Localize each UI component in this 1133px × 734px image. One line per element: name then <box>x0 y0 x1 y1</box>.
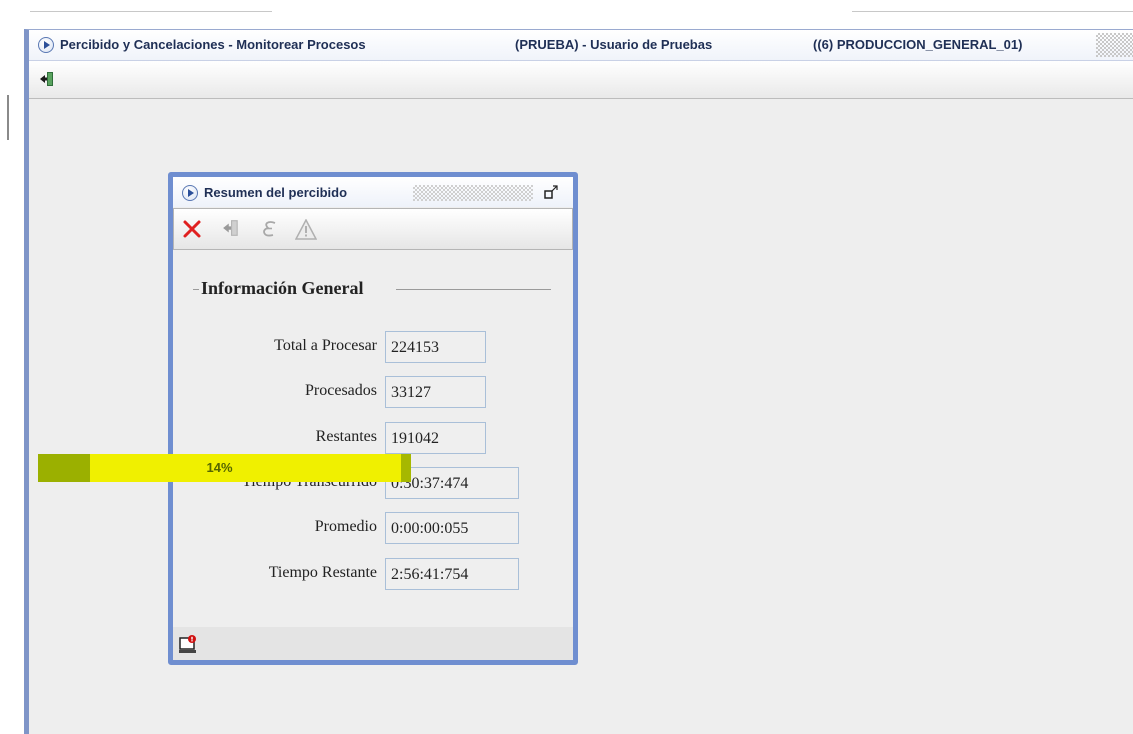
user-info: (PRUEBA) - Usuario de Pruebas <box>515 37 713 52</box>
background-edge-line <box>7 95 9 140</box>
field-promedio: Promedio 0:00:00:055 <box>173 512 573 544</box>
close-x-icon[interactable] <box>182 219 202 239</box>
field-value[interactable]: 2:56:41:754 <box>385 558 519 590</box>
main-title-bar[interactable]: Percibido y Cancelaciones - Monitorear P… <box>29 30 1133 61</box>
field-label: Total a Procesar <box>274 337 377 354</box>
background-divider-left <box>30 11 272 12</box>
restore-window-icon[interactable] <box>544 185 558 199</box>
status-bar <box>173 627 573 660</box>
module-title: Percibido y Cancelaciones - Monitorear P… <box>60 37 366 52</box>
field-procesados: Procesados 33127 <box>173 376 573 408</box>
field-value[interactable]: 0:00:00:055 <box>385 512 519 544</box>
main-toolbar <box>29 61 1133 99</box>
group-border-left <box>193 289 199 290</box>
exit-door-icon[interactable] <box>39 71 55 87</box>
dialog-title: Resumen del percibido <box>204 185 348 200</box>
progress-end-cap <box>401 454 411 482</box>
field-restantes: Restantes 191042 <box>173 422 573 454</box>
field-label: Procesados <box>305 382 377 399</box>
title-grip-pattern <box>1096 33 1133 57</box>
exit-door-icon[interactable] <box>222 219 240 237</box>
group-border-right <box>396 289 551 290</box>
field-label: Promedio <box>314 518 377 535</box>
epsilon-icon[interactable] <box>260 219 280 239</box>
play-circle-icon <box>182 185 198 201</box>
field-value[interactable]: 224153 <box>385 331 486 363</box>
dialog-toolbar <box>173 208 573 250</box>
resumen-dialog: Resumen del percibido Información Genera… <box>168 172 578 665</box>
computer-alert-icon[interactable] <box>178 635 198 655</box>
field-value[interactable]: 191042 <box>385 422 486 454</box>
section-title: Información General <box>201 278 364 298</box>
field-label: Restantes <box>315 428 377 445</box>
warning-triangle-icon[interactable] <box>295 219 317 241</box>
progress-label: 14% <box>206 460 233 475</box>
field-value[interactable]: 33127 <box>385 376 486 408</box>
dialog-title-grip <box>413 185 533 201</box>
environment-label: ((6) PRODUCCION_GENERAL_01) <box>813 37 1023 52</box>
progress-bar: 14% <box>38 454 411 482</box>
field-total-procesar: Total a Procesar 224153 <box>173 331 573 363</box>
background-divider-right <box>852 11 1133 12</box>
field-label: Tiempo Restante <box>268 564 377 581</box>
dialog-title-bar[interactable]: Resumen del percibido <box>173 177 573 207</box>
field-tiempo-restante: Tiempo Restante 2:56:41:754 <box>173 558 573 590</box>
play-circle-icon <box>38 37 54 53</box>
